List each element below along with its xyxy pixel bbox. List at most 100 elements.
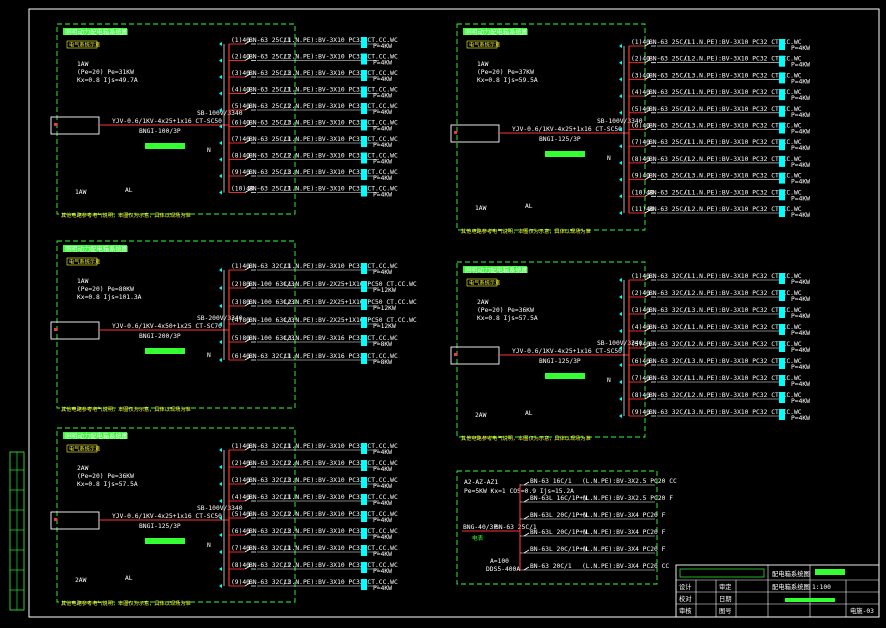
small-circuit-device: BN-63 20C/1 xyxy=(530,563,572,570)
breaker-rating: (1)40 xyxy=(231,37,250,44)
breaker-rating: (8)40 xyxy=(631,392,650,399)
breaker-rating: (8)40 xyxy=(231,153,250,160)
panel-note: 其他电路参考电气说明，本图仅为示意，具体以现场为准 xyxy=(61,599,191,607)
breaker-rating: (7)40 xyxy=(631,139,650,146)
load-power: (Pe=20) Pe=36KW xyxy=(77,473,134,480)
breaker-rating: (3)40 xyxy=(631,307,650,314)
circuit-tag xyxy=(779,172,785,184)
panel-note: 其他电路参考电气说明，本图仅为示意，具体以现场为准 xyxy=(61,405,191,413)
circuit-load: P=8KW xyxy=(373,341,392,348)
breaker-rating: (2)80 xyxy=(231,281,250,288)
breaker-rating: (6)40 xyxy=(631,123,650,130)
circuit-tag xyxy=(779,307,785,318)
panel-note: 其他电路参考电气说明，本图仅为示意，具体以现场为准 xyxy=(61,211,191,219)
title-block-drawing-name: 配电箱系统图 xyxy=(772,582,810,591)
small-circuit-cable: (L.N.PE):BV-3X4 PC20 CC xyxy=(582,563,669,570)
circuit-load: P=4KW xyxy=(373,568,392,575)
circuit-cable: L3.N.PE):BV-2X25+1X16 PC50 CT.CC.WC xyxy=(284,317,417,324)
circuit-cable: L1.N.PE):BV-2X25+1X16 PC50 CT.CC.WC xyxy=(284,281,417,288)
title-block-label-date: 日期 xyxy=(719,595,732,603)
small-circuit-device: BN-63L 20C/1P+N xyxy=(530,529,587,536)
circuit-tag xyxy=(361,353,367,364)
circuit-tag xyxy=(361,152,367,164)
circuit-load: P=4KW xyxy=(791,112,810,119)
circuit-load: P=4KW xyxy=(791,45,810,52)
small-circuit-row[interactable]: BN-63L 20C/1P+N(L.N.PE):BV-3X4 PC20 F xyxy=(520,546,666,554)
footer-code: AL xyxy=(125,575,133,582)
circuit-tag xyxy=(361,443,367,454)
small-circuit-row[interactable]: BN-63L 16C/1P+N(L.N.PE):BV-3X2.5 PC20 F xyxy=(520,495,673,503)
circuit-tag xyxy=(779,39,785,50)
breaker-rating: (5)40 xyxy=(231,511,250,518)
title-block-scale: 1:100 xyxy=(812,584,831,591)
load-tag: 2AW xyxy=(77,465,89,472)
circuit-load: P=4KW xyxy=(791,347,810,354)
circuit-tag xyxy=(779,358,785,369)
breaker-rating: (5)40 xyxy=(631,106,650,113)
panel-header: 照明动力配电箱系统图 xyxy=(465,27,528,36)
title-block-label-number: 图号 xyxy=(719,607,732,615)
circuit-load: P=4KW xyxy=(373,500,392,507)
circuit-tag xyxy=(361,169,367,180)
small-circuit-device: BN-63L 20C/1P+N xyxy=(530,512,587,519)
load-current: Kx=0.8 Ijs=57.5A xyxy=(77,481,138,488)
circuit-load: P=4KW xyxy=(373,192,392,199)
breaker-rating: (9)40 xyxy=(631,173,650,180)
circuit-tag xyxy=(779,392,785,403)
small-circuit-cable: (L.N.PE):BV-3X4 PC20 F xyxy=(582,512,666,519)
load-tag: 1AW xyxy=(77,278,89,285)
cad-drawing: 照明动力配电箱系统图电气系统示意1AW(Pe=20) Pe=31KWKx=0.8… xyxy=(0,0,886,628)
load-tag: 1AW xyxy=(477,61,489,68)
small-circuit-row[interactable]: BN-63 20C/1 (L.N.PE):BV-3X4 PC20 CC xyxy=(520,563,669,571)
breaker-rating: (9)40 xyxy=(631,409,650,416)
breaker-rating: (2)40 xyxy=(231,460,250,467)
circuit-tag xyxy=(361,70,367,81)
footer-code: AL xyxy=(525,203,533,210)
circuit-load: P=4KW xyxy=(791,364,810,371)
small-circuit-cable: (L.N.PE):BV-3X4 PC20 F xyxy=(582,546,666,553)
circuit-load: P=4KW xyxy=(373,60,392,67)
title-block-label-check: 校对 xyxy=(679,594,692,603)
load-tag: 2AW xyxy=(477,299,489,306)
breaker-rating: (4)40 xyxy=(231,494,250,501)
breaker-rating: (1)40 xyxy=(231,443,250,450)
circuit-tag xyxy=(361,281,367,292)
circuit-load: P=4KW xyxy=(791,313,810,320)
panel-header: 照明动力配电箱系统图 xyxy=(65,244,128,253)
circuit-load: P=12KW xyxy=(373,287,396,294)
circuit-load: P=4KW xyxy=(791,212,810,219)
small-circuit-row[interactable]: BN-63L 20C/1P+N(L.N.PE):BV-3X4 PC20 F xyxy=(520,512,666,520)
footer-code: AL xyxy=(125,187,133,194)
main-breaker-label: BNGI-125/3P xyxy=(539,136,581,143)
circuit-load: P=4KW xyxy=(791,78,810,85)
title-block-label-review: 审核 xyxy=(679,606,692,615)
breaker-rating: (4)40 xyxy=(231,87,250,94)
small-circuit-device: BN-63 16C/1 xyxy=(530,478,572,485)
title-block-label-design: 设计 xyxy=(679,582,692,591)
panel-sub-header: 电气系统示意 xyxy=(469,41,500,49)
circuit-load: P=4KW xyxy=(373,483,392,490)
circuit-tag xyxy=(779,409,785,420)
circuit-load: P=4KW xyxy=(791,95,810,102)
small-circuit-row[interactable]: BN-63L 20C/1P+N(L.N.PE):BV-3X4 PC20 F xyxy=(520,529,666,537)
breaker-rating: (9)40 xyxy=(231,579,250,586)
circuit-tag xyxy=(361,136,367,147)
breaker-rating: (3)40 xyxy=(231,70,250,77)
small-circuit-cable: (L.N.PE):BV-3X4 PC20 F xyxy=(582,529,666,536)
circuit-tag xyxy=(361,299,367,310)
load-current: Kx=0.8 Ijs=57.5A xyxy=(477,315,538,322)
circuit-load: P=8KW xyxy=(373,359,392,366)
small-circuit-row[interactable]: BN-63 16C/1 (L.N.PE):BV-3X2.5 PC20 CC xyxy=(520,478,677,486)
neutral-bus-label: N xyxy=(207,542,211,549)
load-power: (Pe=20) Pe=31KW xyxy=(77,69,134,76)
panel-sub-header: 电气系统示意 xyxy=(69,445,100,453)
circuit-load: P=4KW xyxy=(791,330,810,337)
breaker-rating: (5)40 xyxy=(231,103,250,110)
breaker-rating: (6)40 xyxy=(231,528,250,535)
incoming-terminal xyxy=(454,131,457,134)
main-breaker-label: BNGI-125/3P xyxy=(539,358,581,365)
panel-note: 其他电路参考电气说明，本图仅为示意，具体以现场为准 xyxy=(461,434,591,442)
circuit-tag xyxy=(779,375,785,386)
small-panel-incoming: BNG-40/3P xyxy=(463,524,497,531)
circuit-tag xyxy=(779,89,785,101)
